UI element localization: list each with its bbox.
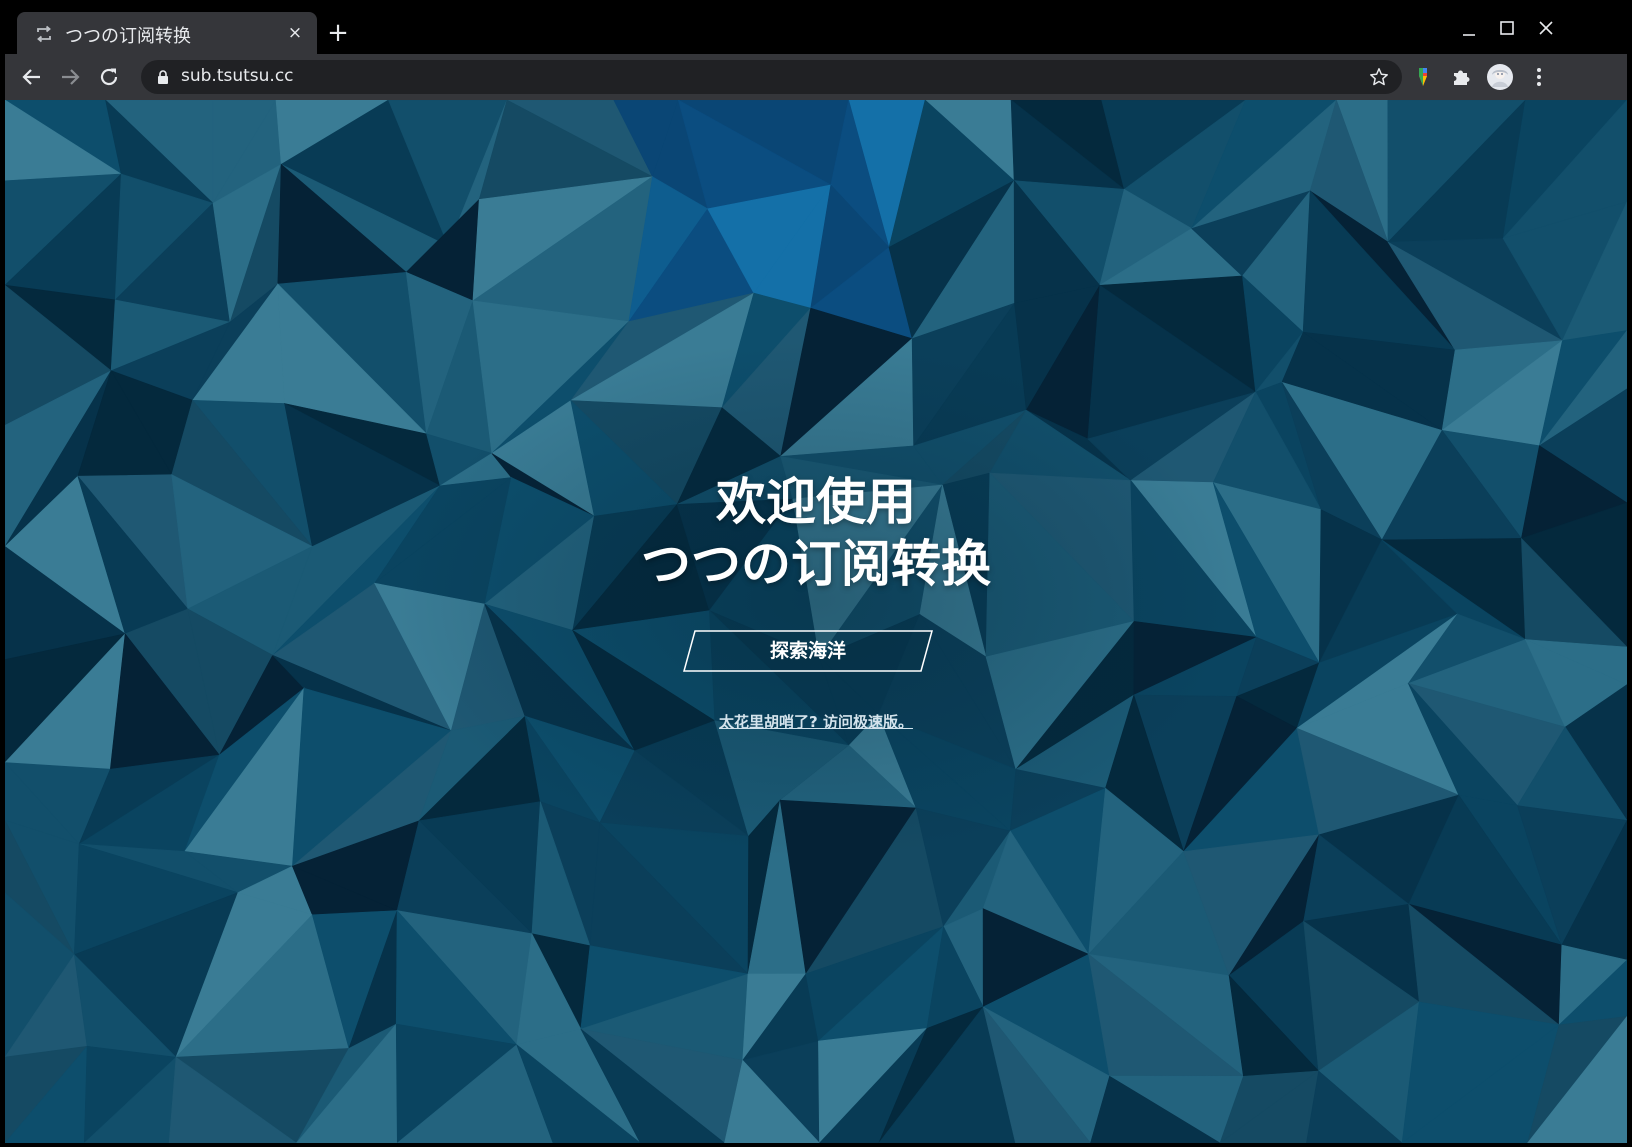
- url-text[interactable]: sub.tsutsu.cc: [181, 66, 294, 86]
- sync-arrows-icon: [37, 25, 51, 43]
- fast-version-link[interactable]: 太花里胡哨了? 访问极速版。: [5, 711, 1627, 732]
- tab-title: つつの订阅转换: [65, 26, 191, 47]
- address-bar[interactable]: sub.tsutsu.cc: [141, 60, 1402, 94]
- browser-window: つつの订阅转换 × + sub.tsutsu.cc 欢迎使用 つつの订阅转换 探…: [5, 4, 1627, 1143]
- menu-dots-icon[interactable]: [1526, 64, 1552, 90]
- puzzle-extensions-icon[interactable]: [1449, 64, 1475, 90]
- explore-button-label: 探索海洋: [769, 640, 846, 662]
- hero-section: 欢迎使用 つつの订阅转换 探索海洋 太花里胡哨了? 访问极速版。: [5, 100, 1627, 1143]
- reload-icon[interactable]: [96, 64, 122, 90]
- tab-close-icon[interactable]: ×: [285, 23, 305, 43]
- browser-tab[interactable]: つつの订阅转换 ×: [17, 12, 317, 54]
- close-icon[interactable]: [1526, 12, 1566, 46]
- headline-title: つつの订阅转换: [641, 535, 991, 593]
- lock-icon[interactable]: [157, 69, 169, 85]
- maximize-icon[interactable]: [1487, 12, 1527, 46]
- page-content: 欢迎使用 つつの订阅转换 探索海洋 太花里胡哨了? 访问极速版。: [5, 100, 1627, 1143]
- forward-arrow-icon[interactable]: [57, 64, 83, 90]
- minimize-icon[interactable]: [1449, 12, 1489, 46]
- title-bar: つつの订阅转换 × +: [5, 4, 1627, 54]
- profile-avatar[interactable]: [1486, 63, 1514, 91]
- explore-ocean-button[interactable]: 探索海洋: [683, 630, 933, 672]
- color-extension-icon[interactable]: [1410, 64, 1436, 90]
- browser-toolbar: sub.tsutsu.cc: [5, 54, 1627, 100]
- bookmark-star-icon[interactable]: [1368, 66, 1390, 88]
- new-tab-button[interactable]: +: [327, 20, 349, 46]
- back-arrow-icon[interactable]: [19, 64, 45, 90]
- headline-welcome: 欢迎使用: [716, 473, 916, 531]
